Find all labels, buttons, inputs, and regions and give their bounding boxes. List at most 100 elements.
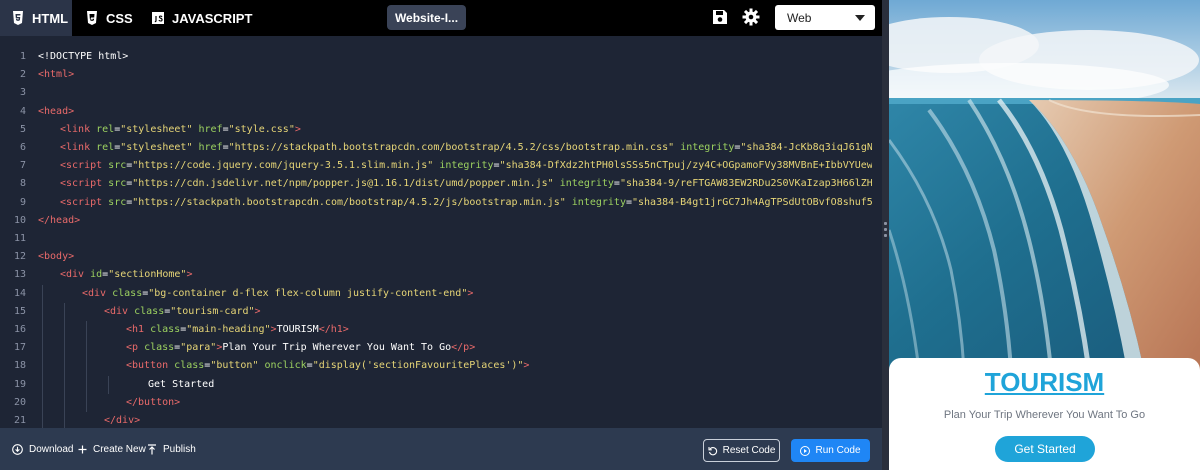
code-line[interactable]: 5 <link rel="stylesheet" href="style.css"…: [0, 121, 872, 139]
indent-guide: [64, 339, 65, 358]
code-line[interactable]: 11: [0, 230, 872, 248]
indent-guide: [64, 412, 65, 428]
code-token: "stylesheet": [120, 142, 193, 153]
indent-guide: [64, 302, 65, 321]
chevron-down-icon: [855, 15, 865, 21]
line-number: 15: [13, 305, 26, 317]
code-line[interactable]: 2 <html>: [0, 66, 872, 84]
code-token: <div: [104, 305, 135, 317]
indent-guide: [86, 339, 87, 358]
line-number: 3: [19, 87, 26, 99]
line-number: 8: [19, 178, 26, 190]
save-icon[interactable]: [712, 9, 728, 25]
indent-guide: [42, 412, 43, 428]
code-token: "display('sectionFavouritePlaces')": [312, 360, 524, 372]
code-token: "https://code.jquery.com/jquery-3.5.1.sl…: [132, 160, 434, 172]
code-token: integrity: [571, 196, 626, 208]
code-line[interactable]: 18 <button class="button" onclick="displa…: [0, 357, 872, 375]
download-icon: [12, 443, 23, 455]
get-started-button[interactable]: Get Started: [995, 436, 1095, 462]
handle-dot: [884, 234, 887, 237]
line-number: 1: [19, 51, 26, 62]
line-number: 16: [13, 324, 26, 335]
code-line[interactable]: 7 <script src="https://code.jquery.com/jq…: [0, 157, 872, 175]
tagline: Plan Your Trip Wherever You Want To Go: [943, 409, 1146, 421]
code-line[interactable]: 8 <script src="https://cdn.jsdelivr.net/n…: [0, 175, 872, 193]
code-line[interactable]: 1 <!DOCTYPE html>: [0, 48, 872, 66]
line-number: 10: [13, 214, 26, 226]
code-token: <!DOCTYPE html>: [38, 51, 129, 62]
indent-guide: [64, 393, 65, 412]
code-token: "sha384-DfXdz2htPH0lsSSs5nCTpuj/zy4C+OGp…: [499, 160, 872, 172]
gear-icon[interactable]: [742, 8, 760, 26]
tab-javascript-label: JAVASCRIPT: [172, 10, 253, 26]
code-line[interactable]: 12 <body>: [0, 248, 872, 266]
run-code-button[interactable]: Run Code: [791, 439, 870, 462]
tab-javascript[interactable]: JAVASCRIPT: [152, 0, 252, 36]
line-number: 20: [13, 396, 26, 408]
code-token: >: [186, 269, 193, 281]
code-line[interactable]: 19 Get Started: [0, 376, 872, 394]
reset-icon: [708, 446, 717, 455]
code-line[interactable]: 6 <link rel="stylesheet" href="https://st…: [0, 139, 872, 157]
line-number: 21: [13, 415, 26, 426]
indent-guide: [64, 321, 65, 340]
code-line[interactable]: 17 <p class="para">Plan Your Trip Whereve…: [0, 339, 872, 357]
handle-dot: [884, 228, 887, 231]
tab-html-label: HTML: [32, 10, 69, 26]
download-button[interactable]: Download: [12, 428, 73, 470]
code-area[interactable]: 1 <!DOCTYPE html> 2 <html> 3 4 <head> 5 <link re…: [0, 48, 872, 428]
reset-code-button[interactable]: Reset Code: [703, 439, 780, 462]
tab-html[interactable]: HTML: [0, 0, 72, 36]
code-line[interactable]: 13 <div id="sectionHome">: [0, 266, 872, 284]
run-code-label: Run Code: [815, 445, 861, 456]
code-token: "button": [210, 360, 259, 372]
code-token: href: [198, 123, 223, 135]
code-token: Plan Your Trip Wherever You Want To Go: [222, 342, 452, 354]
tab-css[interactable]: CSS: [86, 0, 133, 36]
code-token: "sha384-9/reFTGAW83EW2RDu2S0VKaIzap3H66l…: [619, 178, 872, 190]
line-number: 14: [13, 287, 26, 299]
code-token: "https://cdn.jsdelivr.net/npm/popper.js@…: [132, 178, 554, 190]
code-token: "sha384-B4gt1jrGC7Jh4AgTPSdUtOBvfO8shuf5…: [632, 196, 872, 208]
device-select[interactable]: Web: [775, 5, 875, 30]
line-number: 6: [19, 142, 26, 153]
code-line[interactable]: 15 <div class="tourism-card">: [0, 303, 872, 321]
publish-label: Publish: [163, 443, 196, 455]
css3-icon: [87, 11, 97, 25]
code-token: id: [90, 269, 103, 281]
code-line[interactable]: 3: [0, 84, 872, 102]
publish-button[interactable]: Publish: [147, 428, 196, 470]
indent-guide: [42, 302, 43, 321]
indent-guide: [42, 339, 43, 358]
code-line[interactable]: 14 <div class="bg-container d-flex flex-c…: [0, 285, 872, 303]
code-token: "sha384-JcKb8q3iqJ61gNV9KGb8thSsN: [740, 142, 872, 153]
code-token: <div: [60, 269, 91, 281]
line-number: 2: [19, 69, 26, 81]
code-token: class: [144, 342, 175, 354]
code-token: >: [254, 305, 261, 317]
code-token: <link: [60, 142, 97, 153]
code-line[interactable]: 20 </button>: [0, 394, 872, 412]
code-line[interactable]: 4 <head>: [0, 103, 872, 121]
code-token: integrity: [439, 160, 494, 172]
tab-css-label: CSS: [106, 10, 133, 26]
indent-guide: [86, 393, 87, 412]
create-new-button[interactable]: Create New: [78, 428, 146, 470]
js-icon: [152, 12, 164, 24]
indent-guide: [64, 357, 65, 376]
code-line[interactable]: 9 <script src="https://stackpath.bootstra…: [0, 194, 872, 212]
editor-footer: Download Create New Publish Reset Code R…: [0, 428, 882, 470]
line-number: 12: [13, 251, 26, 263]
panel-resize-handle[interactable]: [882, 0, 889, 470]
code-line[interactable]: 16 <h1 class="main-heading">TOURISM</h1>: [0, 321, 872, 339]
line-number: 19: [13, 378, 26, 390]
html5-icon: [13, 11, 23, 25]
code-token: "para": [180, 342, 217, 354]
code-token: >: [467, 287, 474, 299]
code-token: </head>: [38, 214, 81, 226]
indent-guide: [42, 284, 43, 303]
code-line[interactable]: 21 </div>: [0, 412, 872, 428]
file-name-button[interactable]: Website-I...: [387, 5, 466, 30]
code-line[interactable]: 10 </head>: [0, 212, 872, 230]
